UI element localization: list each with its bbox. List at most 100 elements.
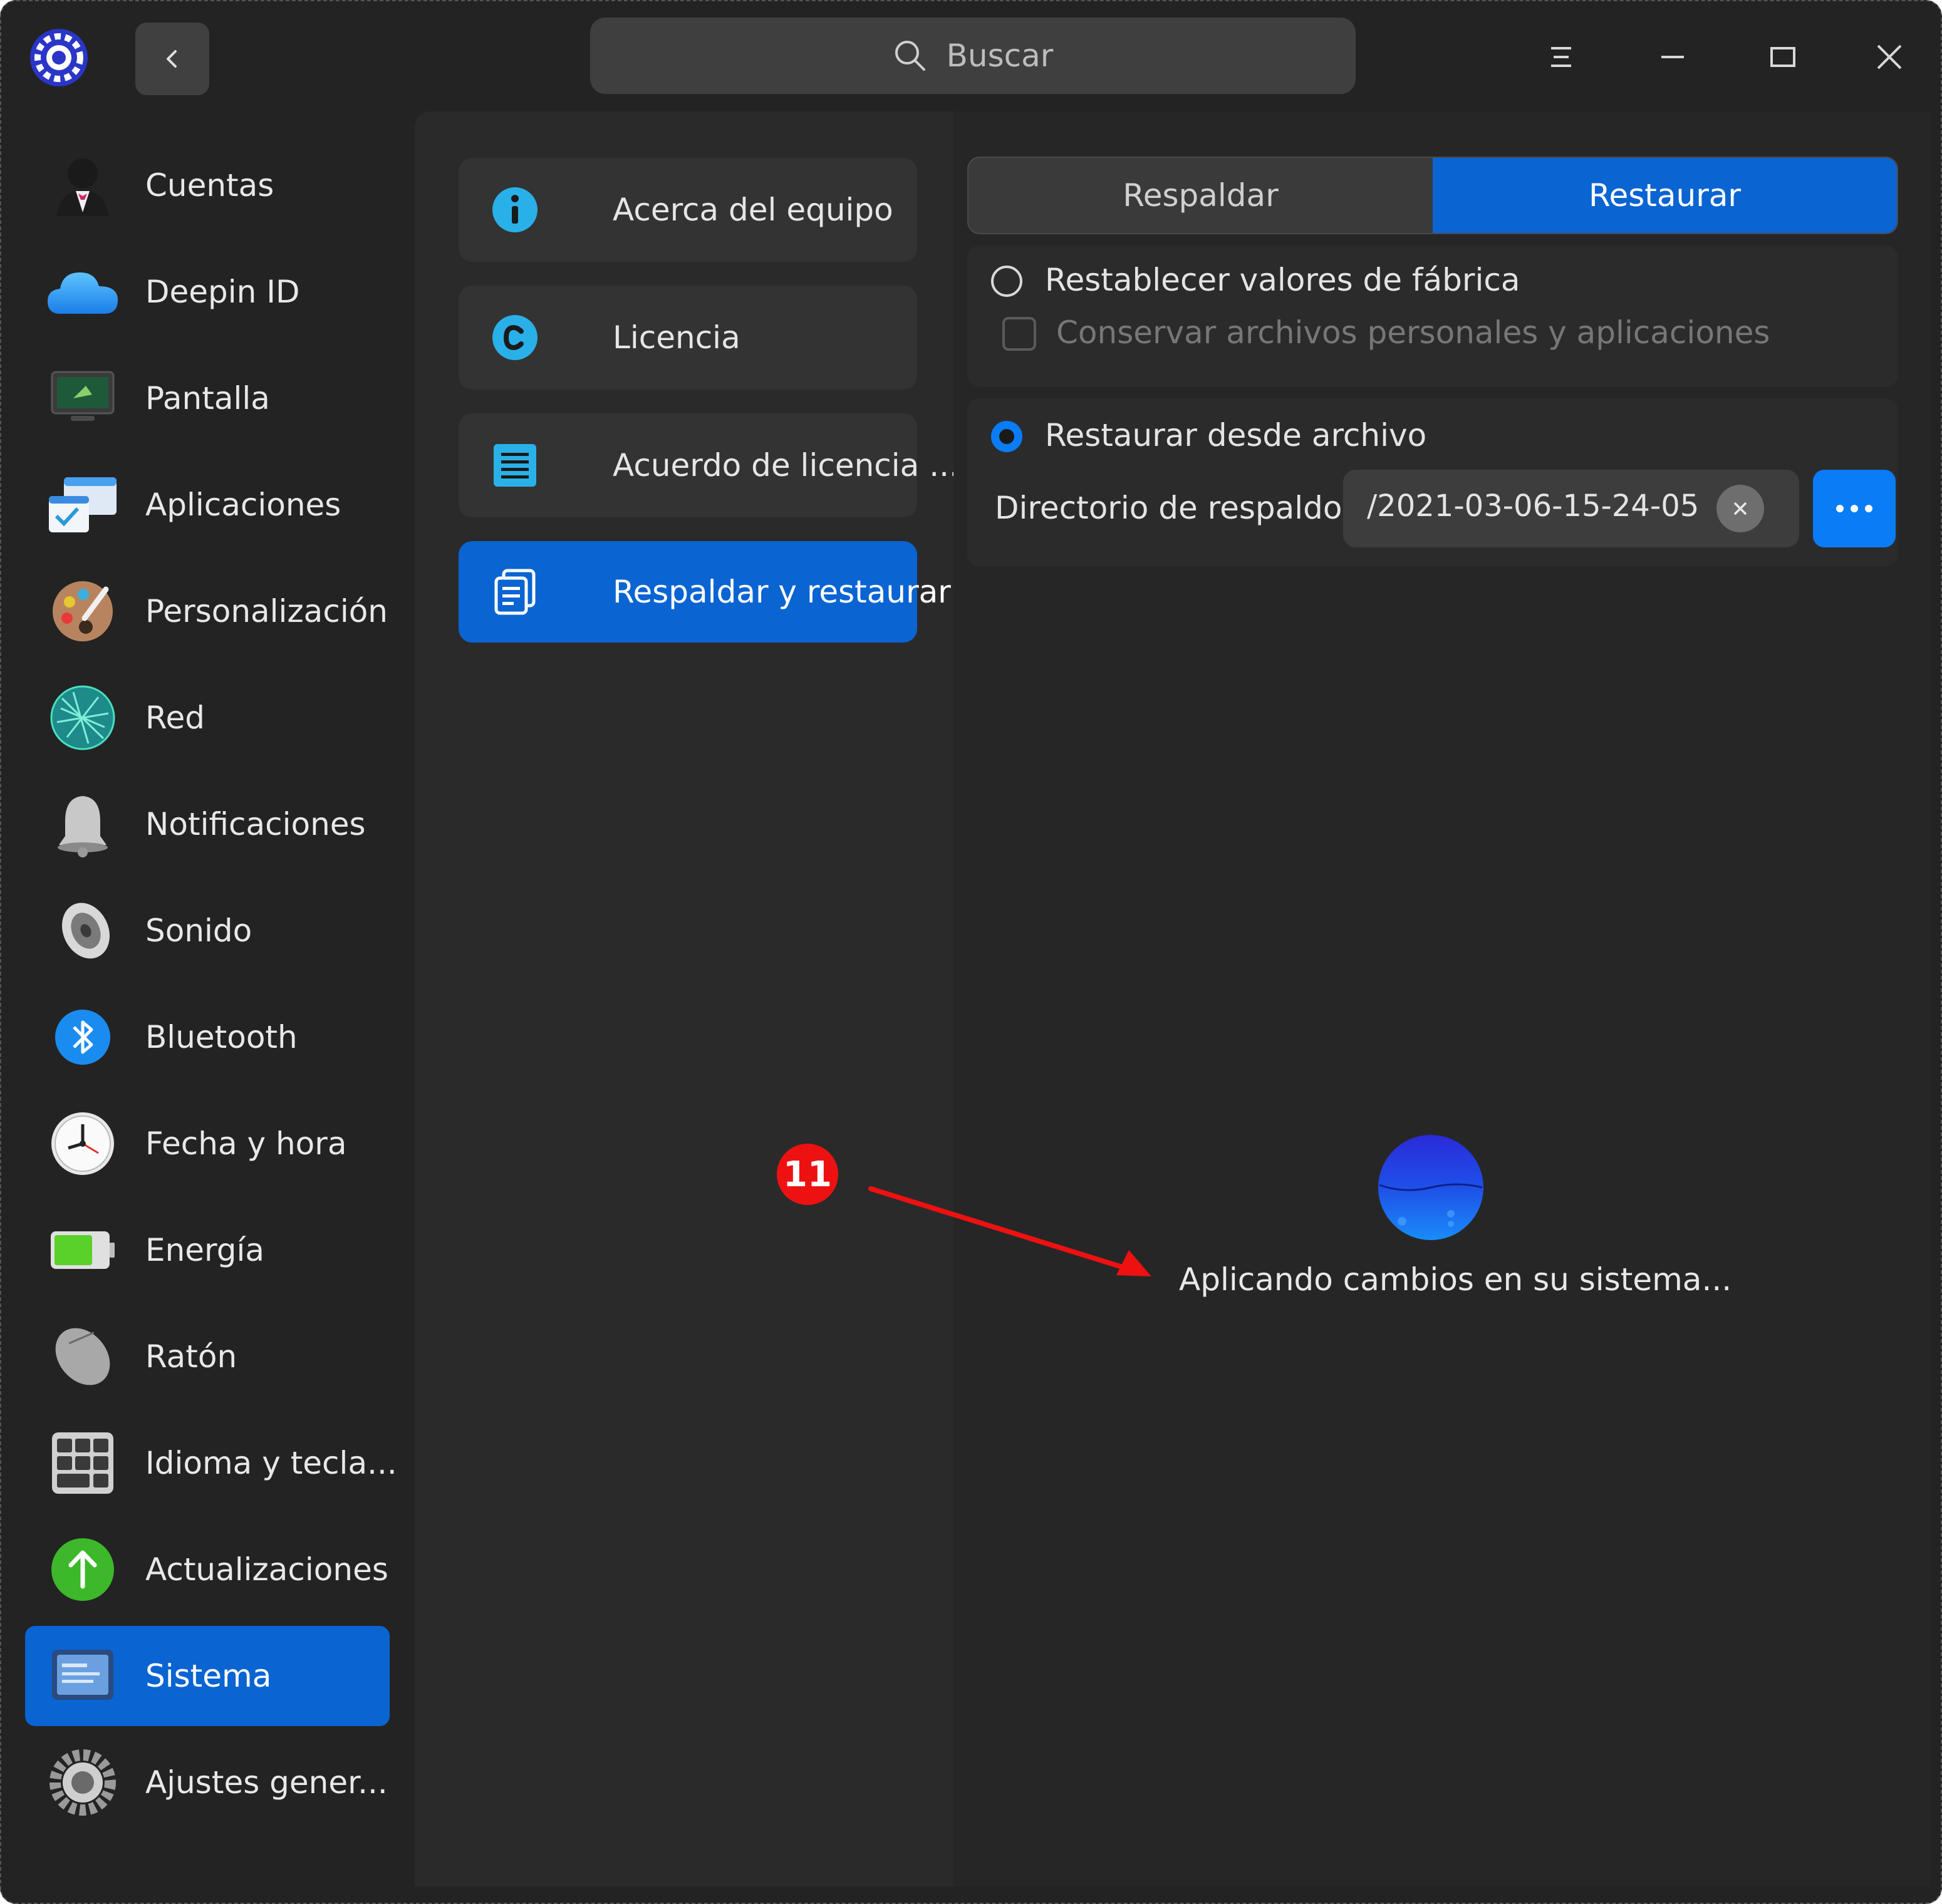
sidebar-item-label: Red [145,700,205,736]
network-icon [44,679,122,757]
app-logo-icon [29,28,89,88]
keep-files-label: Conservar archivos personales y aplicaci… [1056,314,1770,351]
system-submenu: Acerca del equipo Licencia Acuerdo de li… [415,111,959,1886]
palette-icon [44,572,122,650]
info-icon [490,185,540,235]
submenu-item-label: Respaldar y restaurar [613,574,951,610]
sidebar-item-personalizacion[interactable]: Personalización [25,561,390,661]
mouse-icon [44,1318,122,1395]
sidebar-item-actualizaciones[interactable]: Actualizaciones [25,1519,390,1620]
back-icon [167,50,177,68]
display-icon [44,360,122,437]
maximize-button[interactable] [1753,29,1813,85]
sidebar-item-fecha-hora[interactable]: Fecha y hora [25,1094,390,1194]
bluetooth-icon [44,998,122,1076]
minimize-button[interactable] [1643,29,1703,85]
sidebar-item-label: Cuentas [145,167,274,204]
sidebar-item-label: Fecha y hora [145,1125,347,1162]
sidebar-item-energia[interactable]: Energía [25,1200,390,1300]
sidebar-item-label: Personalización [145,593,388,629]
sidebar-item-red[interactable]: Red [25,668,390,768]
applications-icon [44,466,122,544]
sidebar-item-cuentas[interactable]: Cuentas [25,135,390,235]
sidebar: Cuentas Deepin ID Pantalla Aplicaciones … [1,111,415,1903]
submenu-item-acerca[interactable]: Acerca del equipo [459,158,917,262]
factory-reset-radio[interactable] [991,266,1022,297]
tab-restaurar[interactable]: Restaurar [1433,158,1897,233]
document-icon [490,440,540,490]
sidebar-item-ajustes-generales[interactable]: Ajustes gener... [25,1732,390,1833]
sidebar-item-label: Deepin ID [145,274,300,310]
submenu-item-licencia[interactable]: Licencia [459,286,917,390]
keyboard-icon [44,1424,122,1502]
sidebar-item-sistema[interactable]: Sistema [25,1626,390,1726]
submenu-item-acuerdo[interactable]: Acuerdo de licencia ... [459,413,959,517]
search-input[interactable]: Buscar [590,18,1356,94]
sidebar-item-notificaciones[interactable]: Notificaciones [25,774,390,874]
back-button[interactable] [135,23,209,95]
submenu-item-label: Licencia [613,319,740,356]
sidebar-item-label: Sistema [145,1658,272,1694]
control-center-window: Buscar Cuentas Deepin ID Pantalla Aplica… [0,0,1942,1904]
restore-from-file-card: Restaurar desde archivo Directorio de re… [967,398,1898,566]
submenu-item-label: Acuerdo de licencia ... [613,447,959,484]
sidebar-item-label: Energía [145,1232,264,1268]
backup-directory-value: /2021-03-06-15-24-05 [1367,489,1700,524]
search-placeholder: Buscar [946,38,1054,74]
system-icon [44,1637,122,1715]
close-button[interactable] [1859,29,1919,85]
annotation-badge: 11 [777,1144,838,1205]
minimize-icon [1661,56,1684,58]
sidebar-item-label: Ajustes gener... [145,1764,388,1801]
cloud-icon [44,253,122,331]
tab-respaldar[interactable]: Respaldar [968,158,1433,233]
submenu-item-respaldar-restaurar[interactable]: Respaldar y restaurar [459,541,951,643]
sidebar-item-label: Aplicaciones [145,487,341,523]
sidebar-item-sonido[interactable]: Sonido [25,881,390,981]
sidebar-item-aplicaciones[interactable]: Aplicaciones [25,455,390,555]
restore-from-file-radio[interactable] [991,421,1022,452]
sidebar-item-label: Idioma y tecla... [145,1445,397,1481]
sidebar-item-pantalla[interactable]: Pantalla [25,348,390,448]
keep-files-checkbox[interactable] [1002,317,1036,351]
speaker-icon [44,892,122,970]
sidebar-item-label: Ratón [145,1338,237,1375]
sidebar-item-label: Pantalla [145,380,270,416]
factory-reset-card: Restablecer valores de fábrica Conservar… [967,246,1898,387]
restore-from-file-label: Restaurar desde archivo [1045,417,1427,453]
sidebar-item-idioma-teclado[interactable]: Idioma y tecla... [25,1413,397,1513]
update-icon [44,1531,122,1608]
menu-button[interactable] [1531,29,1591,85]
clock-icon [44,1105,122,1182]
submenu-item-label: Acerca del equipo [613,192,893,228]
mode-tabs: Respaldar Restaurar [967,157,1898,234]
clear-button[interactable] [1716,485,1764,532]
backup-directory-label: Directorio de respaldo [995,490,1342,526]
status-text: Aplicando cambios en su sistema... [1179,1261,1732,1298]
close-icon [1877,44,1902,70]
sidebar-item-label: Bluetooth [145,1019,298,1055]
clear-icon [1733,502,1747,515]
backup-restore-panel: Respaldar Restaurar Restablecer valores … [953,111,1931,1886]
sidebar-item-raton[interactable]: Ratón [25,1306,390,1407]
sidebar-item-deepin-id[interactable]: Deepin ID [25,242,390,342]
backup-icon [490,567,540,617]
sidebar-item-label: Notificaciones [145,806,366,842]
sidebar-item-label: Sonido [145,913,252,949]
accounts-icon [44,147,122,224]
progress-spinner-icon [1377,1134,1485,1241]
annotation-arrow-icon [868,1186,1151,1276]
maximize-icon [1770,47,1795,67]
menu-icon [1551,47,1571,67]
sidebar-item-bluetooth[interactable]: Bluetooth [25,987,390,1087]
bell-icon [44,785,122,863]
battery-icon [44,1211,122,1289]
backup-directory-field[interactable]: /2021-03-06-15-24-05 [1343,470,1799,547]
sidebar-item-label: Actualizaciones [145,1551,388,1588]
browse-button[interactable] [1813,470,1896,547]
more-icon [1836,505,1872,512]
factory-reset-label: Restablecer valores de fábrica [1045,262,1520,298]
title-bar: Buscar [1,1,1941,111]
copyright-icon [490,313,540,363]
search-icon [895,41,925,71]
